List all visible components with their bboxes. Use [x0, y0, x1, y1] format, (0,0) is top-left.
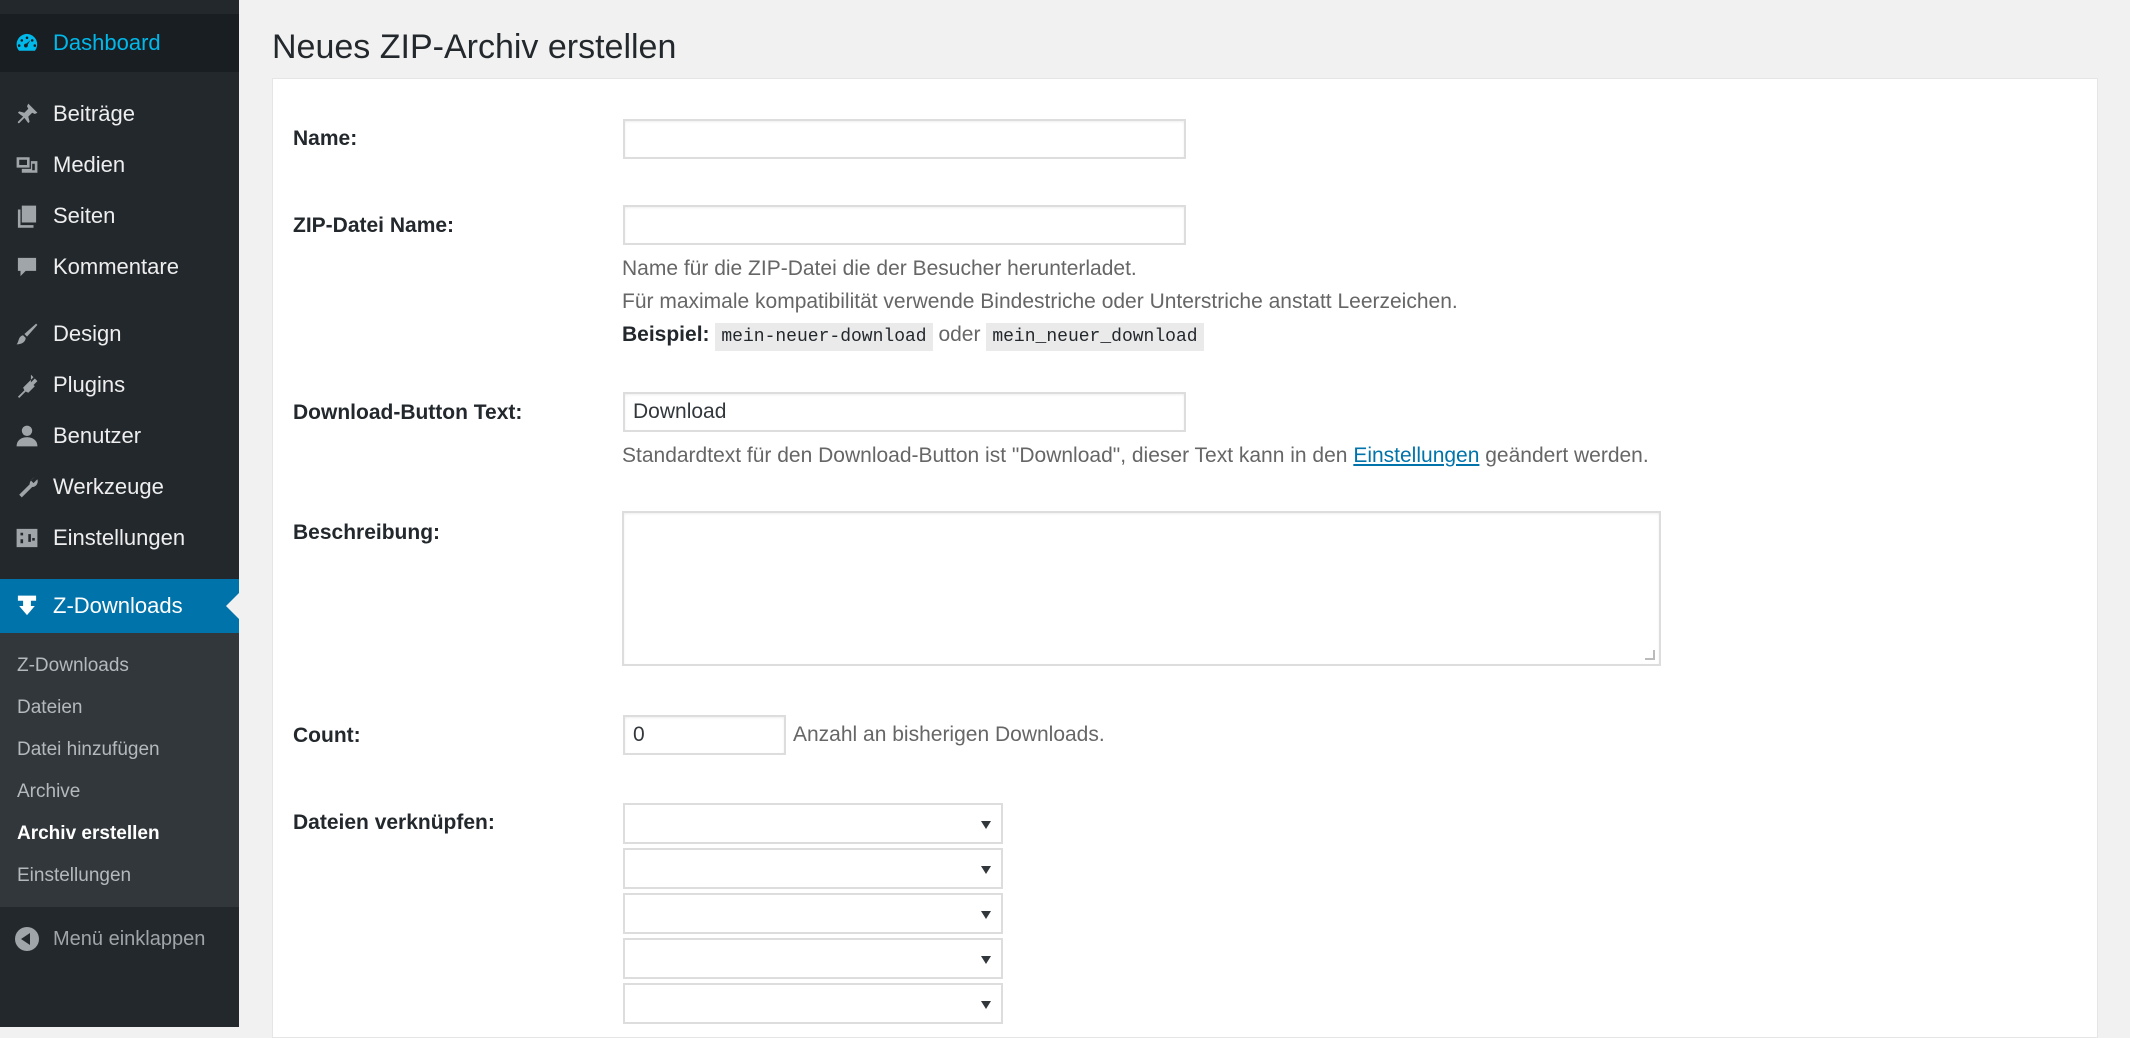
menu-label: Werkzeuge	[53, 473, 164, 499]
page-title: Neues ZIP-Archiv erstellen	[272, 28, 677, 66]
dropdown-arrow-icon	[981, 866, 991, 874]
zip-name-label: ZIP-Datei Name:	[293, 214, 455, 237]
menu-item-werkzeuge[interactable]: Werkzeuge	[0, 461, 239, 512]
menu-label: Plugins	[53, 371, 126, 397]
submenu-item-datei-hinzufuegen[interactable]: Datei hinzufügen	[0, 729, 239, 771]
collapse-label: Menü einklappen	[53, 927, 206, 950]
example-code-2: mein_neuer_download	[986, 323, 1204, 351]
menu-item-einstellungen[interactable]: Einstellungen	[0, 512, 239, 563]
file-select-3[interactable]	[623, 893, 1003, 934]
dashboard-icon	[0, 30, 53, 56]
count-label: Count:	[293, 724, 361, 747]
menu-item-kommentare[interactable]: Kommentare	[0, 241, 239, 292]
menu-item-dashboard[interactable]: Dashboard	[0, 14, 239, 72]
dropdown-arrow-icon	[981, 821, 991, 829]
button-text-input[interactable]	[623, 392, 1186, 432]
download-icon	[0, 593, 53, 619]
menu-label: Kommentare	[53, 253, 179, 279]
file-select-5[interactable]	[623, 983, 1003, 1024]
collapse-menu-button[interactable]: Menü einklappen	[0, 911, 239, 967]
zip-name-help-2: Für maximale kompatibilität verwende Bin…	[622, 290, 1458, 313]
example-or: oder	[938, 323, 981, 346]
file-select-4[interactable]	[623, 938, 1003, 979]
zip-name-help-1: Name für die ZIP-Datei die der Besucher …	[622, 257, 1137, 280]
dropdown-arrow-icon	[981, 911, 991, 919]
settings-link[interactable]: Einstellungen	[1353, 444, 1479, 467]
admin-sidebar: Dashboard Beiträge Medien Seiten Komment…	[0, 0, 239, 1027]
pin-icon	[0, 101, 53, 127]
zip-name-input[interactable]	[623, 205, 1186, 245]
count-input[interactable]	[623, 715, 786, 755]
media-icon	[0, 152, 53, 178]
admin-menu: Dashboard Beiträge Medien Seiten Komment…	[0, 14, 239, 633]
pages-icon	[0, 203, 53, 229]
example-label: Beispiel:	[622, 323, 710, 346]
plugin-icon	[0, 372, 53, 398]
menu-label: Einstellungen	[53, 524, 186, 550]
wrench-icon	[0, 474, 53, 500]
archive-form: Name: ZIP-Datei Name: Name für die ZIP-D…	[272, 78, 2098, 1038]
submenu-item-einstellungen[interactable]: Einstellungen	[0, 855, 239, 897]
menu-item-medien[interactable]: Medien	[0, 139, 239, 190]
menu-label: Z-Downloads	[53, 593, 183, 618]
name-label: Name:	[293, 127, 358, 150]
submenu-item-archiv-erstellen[interactable]: Archiv erstellen	[0, 813, 239, 855]
name-input[interactable]	[623, 119, 1186, 159]
file-select-1[interactable]	[623, 803, 1003, 844]
dropdown-arrow-icon	[981, 956, 991, 964]
submenu-z-downloads: Z-Downloads Dateien Datei hinzufügen Arc…	[0, 633, 239, 907]
count-help: Anzahl an bisherigen Downloads.	[793, 723, 1105, 746]
menu-label: Seiten	[53, 202, 116, 228]
user-icon	[0, 423, 53, 449]
submenu-item-dateien[interactable]: Dateien	[0, 687, 239, 729]
menu-item-benutzer[interactable]: Benutzer	[0, 410, 239, 461]
button-text-help: Standardtext für den Download-Button ist…	[622, 439, 1649, 472]
button-help-post: geändert werden.	[1485, 444, 1649, 467]
menu-item-design[interactable]: Design	[0, 308, 239, 359]
resize-handle-icon[interactable]	[1645, 650, 1655, 660]
menu-item-plugins[interactable]: Plugins	[0, 359, 239, 410]
button-help-pre: Standardtext für den Download-Button ist…	[622, 444, 1348, 467]
menu-label: Dashboard	[53, 30, 161, 55]
file-select-2[interactable]	[623, 848, 1003, 889]
menu-label: Design	[53, 320, 122, 346]
brush-icon	[0, 321, 53, 347]
dropdown-arrow-icon	[981, 1001, 991, 1009]
description-label: Beschreibung:	[293, 521, 441, 544]
link-files-label: Dateien verknüpfen:	[293, 811, 495, 834]
menu-item-seiten[interactable]: Seiten	[0, 190, 239, 241]
settings-icon	[0, 525, 53, 551]
menu-label: Benutzer	[53, 422, 142, 448]
collapse-arrow-icon	[14, 927, 39, 951]
zip-name-example: Beispiel: mein-neuer-download oder mein_…	[622, 318, 1204, 354]
menu-label: Medien	[53, 151, 126, 177]
description-textarea[interactable]	[622, 511, 1661, 666]
menu-item-z-downloads[interactable]: Z-Downloads	[0, 579, 239, 633]
menu-label: Beiträge	[53, 100, 135, 126]
submenu-item-z-downloads[interactable]: Z-Downloads	[0, 645, 239, 687]
comment-icon	[0, 254, 53, 280]
submenu-item-archive[interactable]: Archive	[0, 771, 239, 813]
example-code-1: mein-neuer-download	[715, 323, 933, 351]
button-text-label: Download-Button Text:	[293, 401, 523, 424]
menu-item-beitraege[interactable]: Beiträge	[0, 88, 239, 139]
